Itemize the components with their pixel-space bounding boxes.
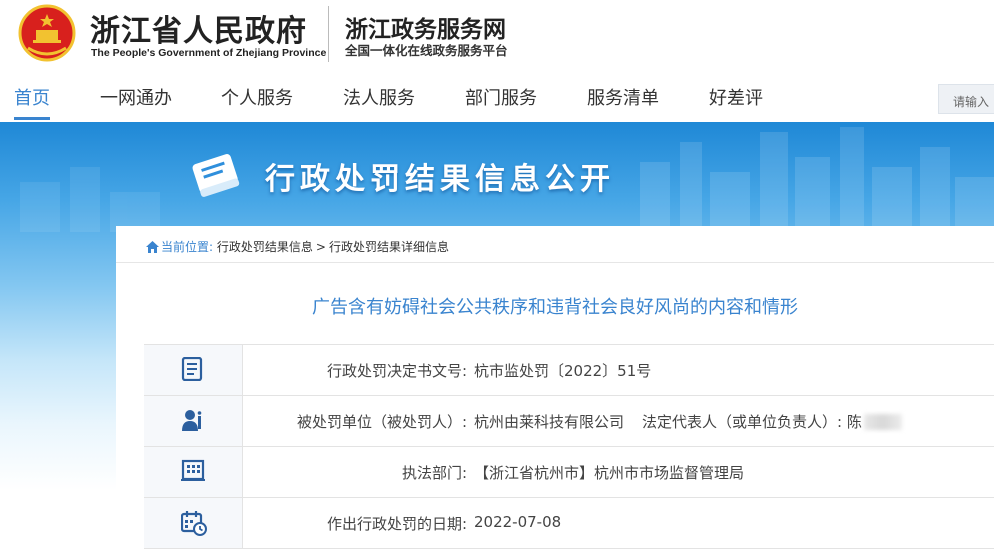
header-divider bbox=[328, 6, 329, 62]
row-icon-cell bbox=[144, 498, 243, 548]
breadcrumb-item-result-info[interactable]: 行政处罚结果信息 bbox=[217, 240, 313, 254]
building-icon bbox=[181, 459, 205, 481]
decision-number-label: 行政处罚决定书文号: bbox=[326, 362, 467, 380]
row-icon-cell bbox=[144, 345, 243, 395]
nav-item-department[interactable]: 部门服务 bbox=[465, 84, 537, 110]
enforcement-department-label: 执法部门: bbox=[401, 464, 467, 482]
nav-item-personal[interactable]: 个人服务 bbox=[221, 84, 293, 110]
nav-active-indicator bbox=[14, 117, 50, 120]
breadcrumb-item-detail[interactable]: 行政处罚结果详细信息 bbox=[329, 240, 449, 254]
banner-title: 行政处罚结果信息公开 bbox=[265, 162, 615, 197]
row-icon-cell bbox=[144, 447, 243, 497]
table-row: 被处罚单位（被处罚人）: 杭州由莱科技有限公司 法定代表人（或单位负责人）: 陈 bbox=[144, 395, 994, 446]
table-row: 作出行政处罚的日期: 2022-07-08 bbox=[144, 497, 994, 549]
enforcement-department-value: 【浙江省杭州市】杭州市市场监督管理局 bbox=[474, 464, 745, 482]
legal-representative-value: 陈 bbox=[846, 413, 862, 431]
national-emblem-icon[interactable] bbox=[18, 4, 76, 62]
person-icon bbox=[182, 410, 202, 431]
table-row: 执法部门: 【浙江省杭州市】杭州市市场监督管理局 bbox=[144, 446, 994, 497]
penalty-date-value: 2022-07-08 bbox=[474, 513, 562, 531]
portal-title[interactable]: 浙江政务服务网 bbox=[345, 10, 506, 44]
content-panel: 当前位置: 行政处罚结果信息 > 行政处罚结果详细信息 广告含有妨碍社会公共秩序和违… bbox=[116, 226, 994, 555]
breadcrumb-divider bbox=[116, 262, 994, 263]
site-header: 浙江省人民政府 The People's Government of Zheji… bbox=[0, 0, 994, 72]
calendar-icon bbox=[181, 511, 207, 536]
search-input[interactable]: 请输入 bbox=[938, 84, 994, 114]
redacted-name-mask bbox=[863, 414, 902, 430]
nav-item-rating[interactable]: 好差评 bbox=[709, 84, 763, 110]
gov-title[interactable]: 浙江省人民政府 bbox=[90, 6, 307, 50]
document-icon bbox=[181, 357, 203, 381]
table-row: 行政处罚决定书文号: 杭市监处罚〔2022〕51号 bbox=[144, 344, 994, 395]
page-title: 广告含有妨碍社会公共秩序和违背社会良好风尚的内容和情形 bbox=[312, 297, 798, 318]
penalized-party-value: 杭州由莱科技有限公司 法定代表人（或单位负责人）: 陈 bbox=[474, 411, 902, 432]
breadcrumb-label: 当前位置: bbox=[161, 240, 214, 254]
decision-number-value: 杭市监处罚〔2022〕51号 bbox=[474, 362, 652, 380]
home-icon bbox=[146, 241, 159, 253]
nav-item-legal-person[interactable]: 法人服务 bbox=[343, 84, 415, 110]
nav-item-service-list[interactable]: 服务清单 bbox=[587, 84, 659, 110]
portal-subtitle: 全国一体化在线政务服务平台 bbox=[345, 43, 508, 58]
penalty-date-label: 作出行政处罚的日期: bbox=[326, 515, 467, 533]
breadcrumb: 当前位置: 行政处罚结果信息 > 行政处罚结果详细信息 bbox=[146, 238, 449, 255]
gov-subtitle: The People's Government of Zhejiang Prov… bbox=[91, 47, 327, 59]
main-nav: 首页 一网通办 个人服务 法人服务 部门服务 服务清单 好差评 请输入 bbox=[0, 72, 994, 122]
nav-item-home[interactable]: 首页 bbox=[14, 84, 50, 110]
nav-item-one-stop[interactable]: 一网通办 bbox=[100, 84, 172, 110]
breadcrumb-separator: > bbox=[315, 240, 326, 254]
penalized-party-label: 被处罚单位（被处罚人）: bbox=[296, 413, 467, 431]
row-icon-cell bbox=[144, 396, 243, 446]
book-icon bbox=[192, 154, 240, 197]
legal-representative-label: 法定代表人（或单位负责人）: bbox=[642, 413, 843, 431]
penalized-company-name: 杭州由莱科技有限公司 bbox=[474, 413, 625, 431]
info-table: 行政处罚决定书文号: 杭市监处罚〔2022〕51号 被处罚单位（被处罚人）: 杭… bbox=[144, 344, 994, 549]
